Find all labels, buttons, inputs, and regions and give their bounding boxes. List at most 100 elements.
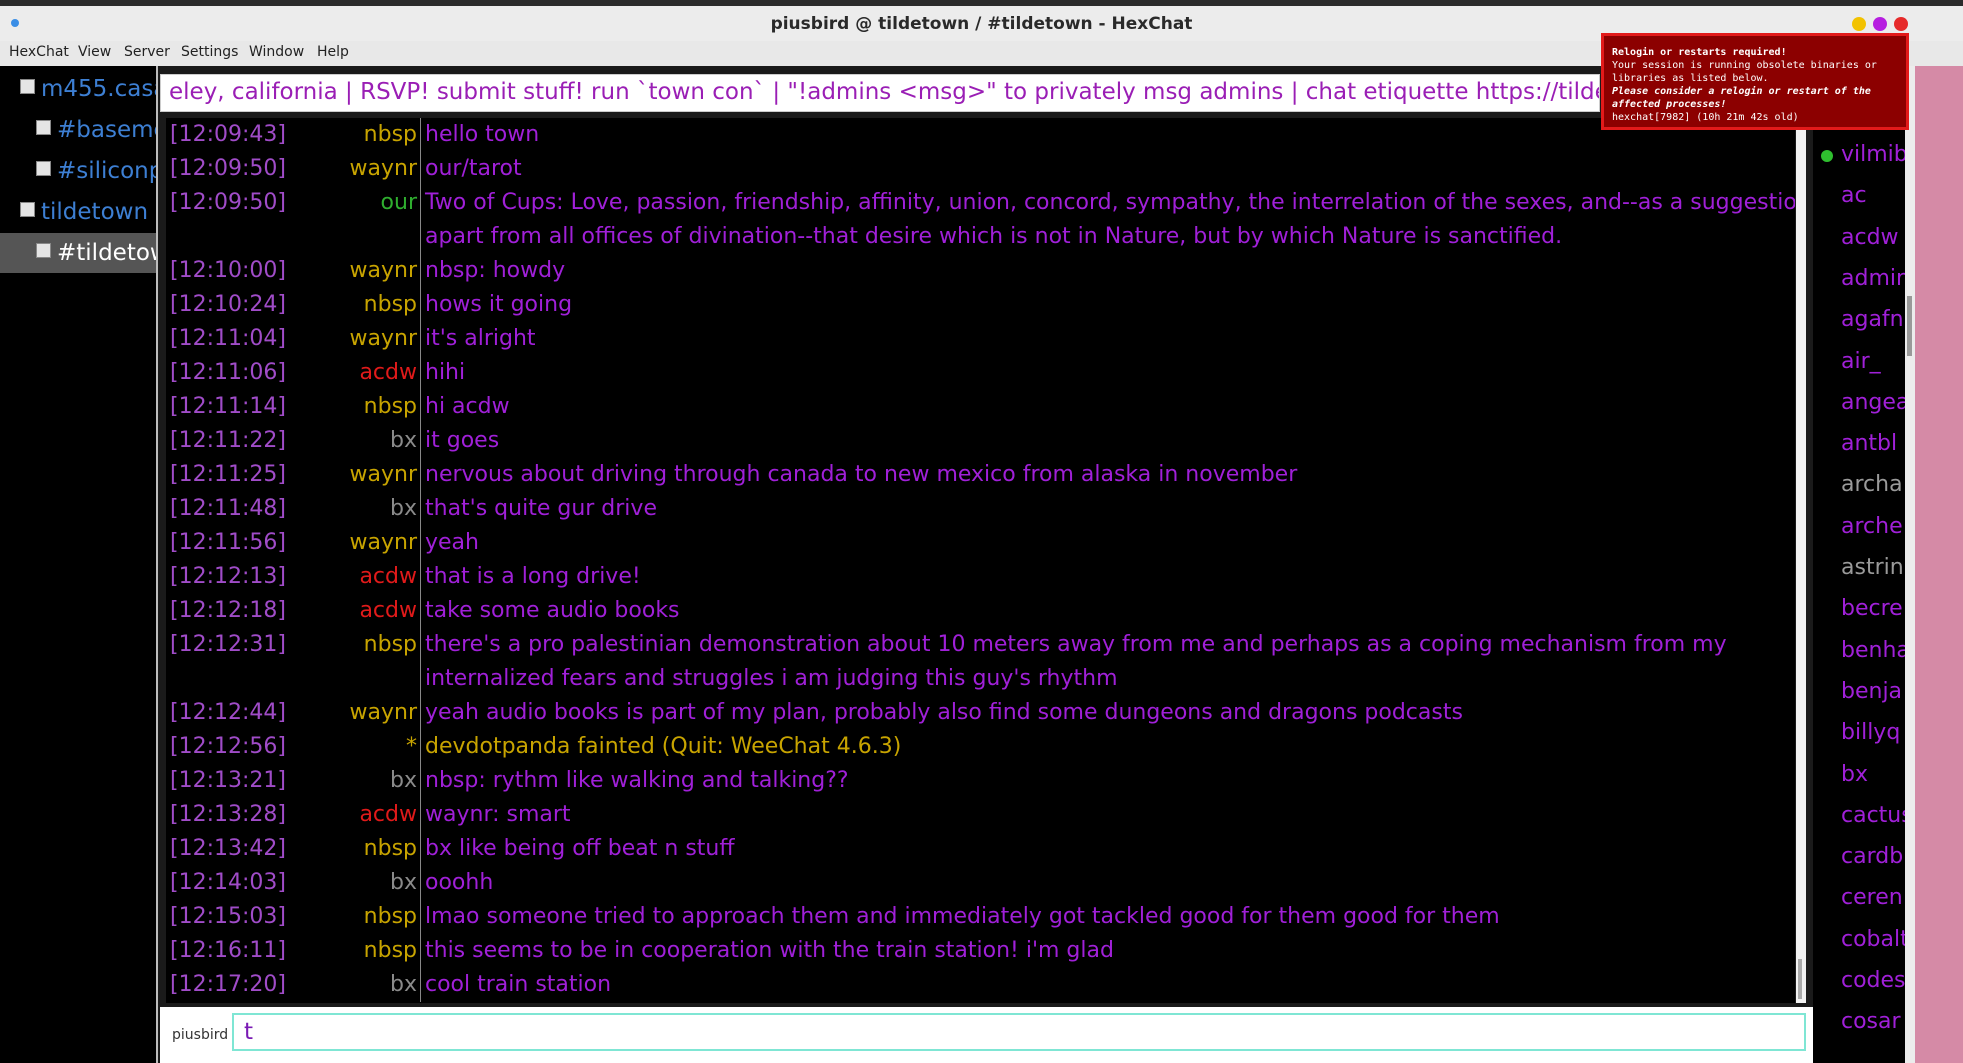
channel-tree-item[interactable]: m455.casa (20, 69, 156, 109)
message-text: nervous about driving through canada to … (425, 462, 1298, 487)
message-text: take some audio books (425, 598, 680, 623)
notification-warning: Please consider a relogin or restart of … (1612, 86, 1871, 110)
message-text: hello town (425, 122, 540, 147)
message-text: internalized fears and struggles i am ju… (425, 666, 1118, 691)
message-nick[interactable]: bx (390, 972, 417, 997)
user-list-item[interactable]: cobalt (1841, 927, 1905, 952)
chat-message-row: [12:11:22] bx it goes (166, 424, 1795, 458)
user-list-item[interactable]: admin (1841, 266, 1905, 291)
menu-hexchat[interactable]: HexChat (9, 44, 69, 60)
message-nick[interactable]: waynr (350, 700, 417, 725)
message-nick[interactable]: nbsp (364, 632, 417, 657)
user-list-item[interactable]: acdw (1841, 225, 1899, 250)
server-icon (20, 202, 35, 217)
user-list-item[interactable]: bx (1841, 762, 1868, 787)
message-nick[interactable]: our (381, 190, 417, 215)
message-nick[interactable]: waynr (350, 156, 417, 181)
user-list-item[interactable]: air_ (1841, 349, 1881, 374)
message-nick[interactable]: waynr (350, 326, 417, 351)
user-list-item[interactable]: becre (1841, 596, 1903, 621)
message-nick[interactable]: bx (390, 768, 417, 793)
user-list-item[interactable]: antbl (1841, 431, 1897, 456)
menu-window[interactable]: Window (249, 44, 304, 60)
message-nick[interactable]: nbsp (364, 292, 417, 317)
message-timestamp: [12:11:22] (170, 428, 286, 453)
message-nick[interactable]: acdw (359, 598, 417, 623)
scrollbar-thumb[interactable] (1907, 296, 1912, 356)
message-input[interactable]: t (232, 1013, 1806, 1051)
message-nick[interactable]: nbsp (364, 938, 417, 963)
topic-bar[interactable]: eley, california | RSVP! submit stuff! r… (160, 74, 1600, 112)
nick-separator (420, 220, 421, 254)
user-list-item[interactable]: agafn (1841, 307, 1904, 332)
chat-log[interactable]: [12:09:43] nbsp hello town [12:09:50] waynr o… (166, 118, 1795, 1003)
user-list-item[interactable]: cardb (1841, 844, 1903, 869)
user-list-item[interactable]: cosar (1841, 1009, 1901, 1034)
relogin-notification[interactable]: Relogin or restarts required! Your sessi… (1601, 33, 1909, 130)
message-nick[interactable]: acdw (359, 564, 417, 589)
chat-message-row: [12:12:13] acdw that is a long drive! (166, 560, 1795, 594)
chat-message-row: [12:12:44] waynr yeah audio books is part … (166, 696, 1795, 730)
nick-separator (420, 118, 421, 152)
chat-message-row: [12:16:11] nbsp this seems to be in cooper… (166, 934, 1795, 968)
message-nick[interactable]: bx (390, 496, 417, 521)
chat-message-row: [12:11:04] waynr it's alright (166, 322, 1795, 356)
message-timestamp: [12:13:42] (170, 836, 286, 861)
user-list-item[interactable]: cactus (1841, 803, 1905, 828)
scrollbar-thumb[interactable] (1798, 959, 1802, 999)
channel-tree-item[interactable]: tildetown (20, 192, 148, 232)
user-list-item[interactable]: codes (1841, 968, 1905, 993)
message-timestamp: [12:12:44] (170, 700, 286, 725)
message-nick[interactable]: bx (390, 870, 417, 895)
message-nick[interactable]: acdw (359, 360, 417, 385)
channel-tree-item-selected[interactable]: #tildetow (0, 233, 158, 273)
message-text: cool train station (425, 972, 612, 997)
chat-scrollbar[interactable] (1796, 118, 1806, 1003)
nick-button[interactable]: piusbird (172, 1027, 228, 1043)
channel-tree-item[interactable]: #baseme (36, 110, 156, 150)
message-nick[interactable]: waynr (350, 462, 417, 487)
channel-label: #tildetow (57, 240, 158, 266)
message-nick[interactable]: nbsp (364, 394, 417, 419)
message-text: hihi (425, 360, 466, 385)
message-text: ooohh (425, 870, 494, 895)
desktop-background (1915, 66, 1963, 1063)
message-nick[interactable]: acdw (359, 802, 417, 827)
channel-icon (36, 120, 51, 135)
user-list-item[interactable]: billyq (1841, 720, 1900, 745)
menu-help[interactable]: Help (317, 44, 349, 60)
message-nick[interactable]: nbsp (364, 836, 417, 861)
message-nick[interactable]: bx (390, 428, 417, 453)
message-nick[interactable]: waynr (350, 530, 417, 555)
user-list-item[interactable]: astrin (1841, 555, 1904, 580)
chat-message-row: internalized fears and struggles i am ju… (166, 662, 1795, 696)
nick-separator (420, 832, 421, 866)
message-timestamp: [12:11:06] (170, 360, 286, 385)
user-list-item[interactable]: vilmib (1841, 142, 1905, 167)
message-nick[interactable]: * (406, 734, 417, 759)
menu-settings[interactable]: Settings (181, 44, 238, 60)
maximize-button[interactable] (1873, 17, 1887, 31)
chat-message-row: [12:13:28] acdw waynr: smart (166, 798, 1795, 832)
user-list-item[interactable]: archa (1841, 472, 1903, 497)
menu-view[interactable]: View (78, 44, 111, 60)
user-list-item[interactable]: arche (1841, 514, 1903, 539)
menu-server[interactable]: Server (124, 44, 170, 60)
user-list-item[interactable]: benja (1841, 679, 1902, 704)
user-list-item[interactable]: benha (1841, 638, 1905, 663)
message-nick[interactable]: waynr (350, 258, 417, 283)
user-list[interactable]: vilmib ac acdw admin agafn air_angea antbl arch… (1813, 66, 1905, 1063)
nick-separator (420, 560, 421, 594)
channel-tree-item[interactable]: #siliconp (36, 151, 156, 191)
user-list-item[interactable]: ac (1841, 183, 1867, 208)
message-nick[interactable]: nbsp (364, 122, 417, 147)
close-button[interactable] (1894, 17, 1908, 31)
user-list-item[interactable]: ceren (1841, 885, 1903, 910)
message-nick[interactable]: nbsp (364, 904, 417, 929)
minimize-button[interactable] (1852, 17, 1866, 31)
chat-message-row: [12:09:43] nbsp hello town (166, 118, 1795, 152)
userlist-scrollbar[interactable] (1905, 66, 1915, 1063)
message-timestamp: [12:11:04] (170, 326, 286, 351)
nick-separator (420, 662, 421, 696)
user-list-item[interactable]: angea (1841, 390, 1905, 415)
